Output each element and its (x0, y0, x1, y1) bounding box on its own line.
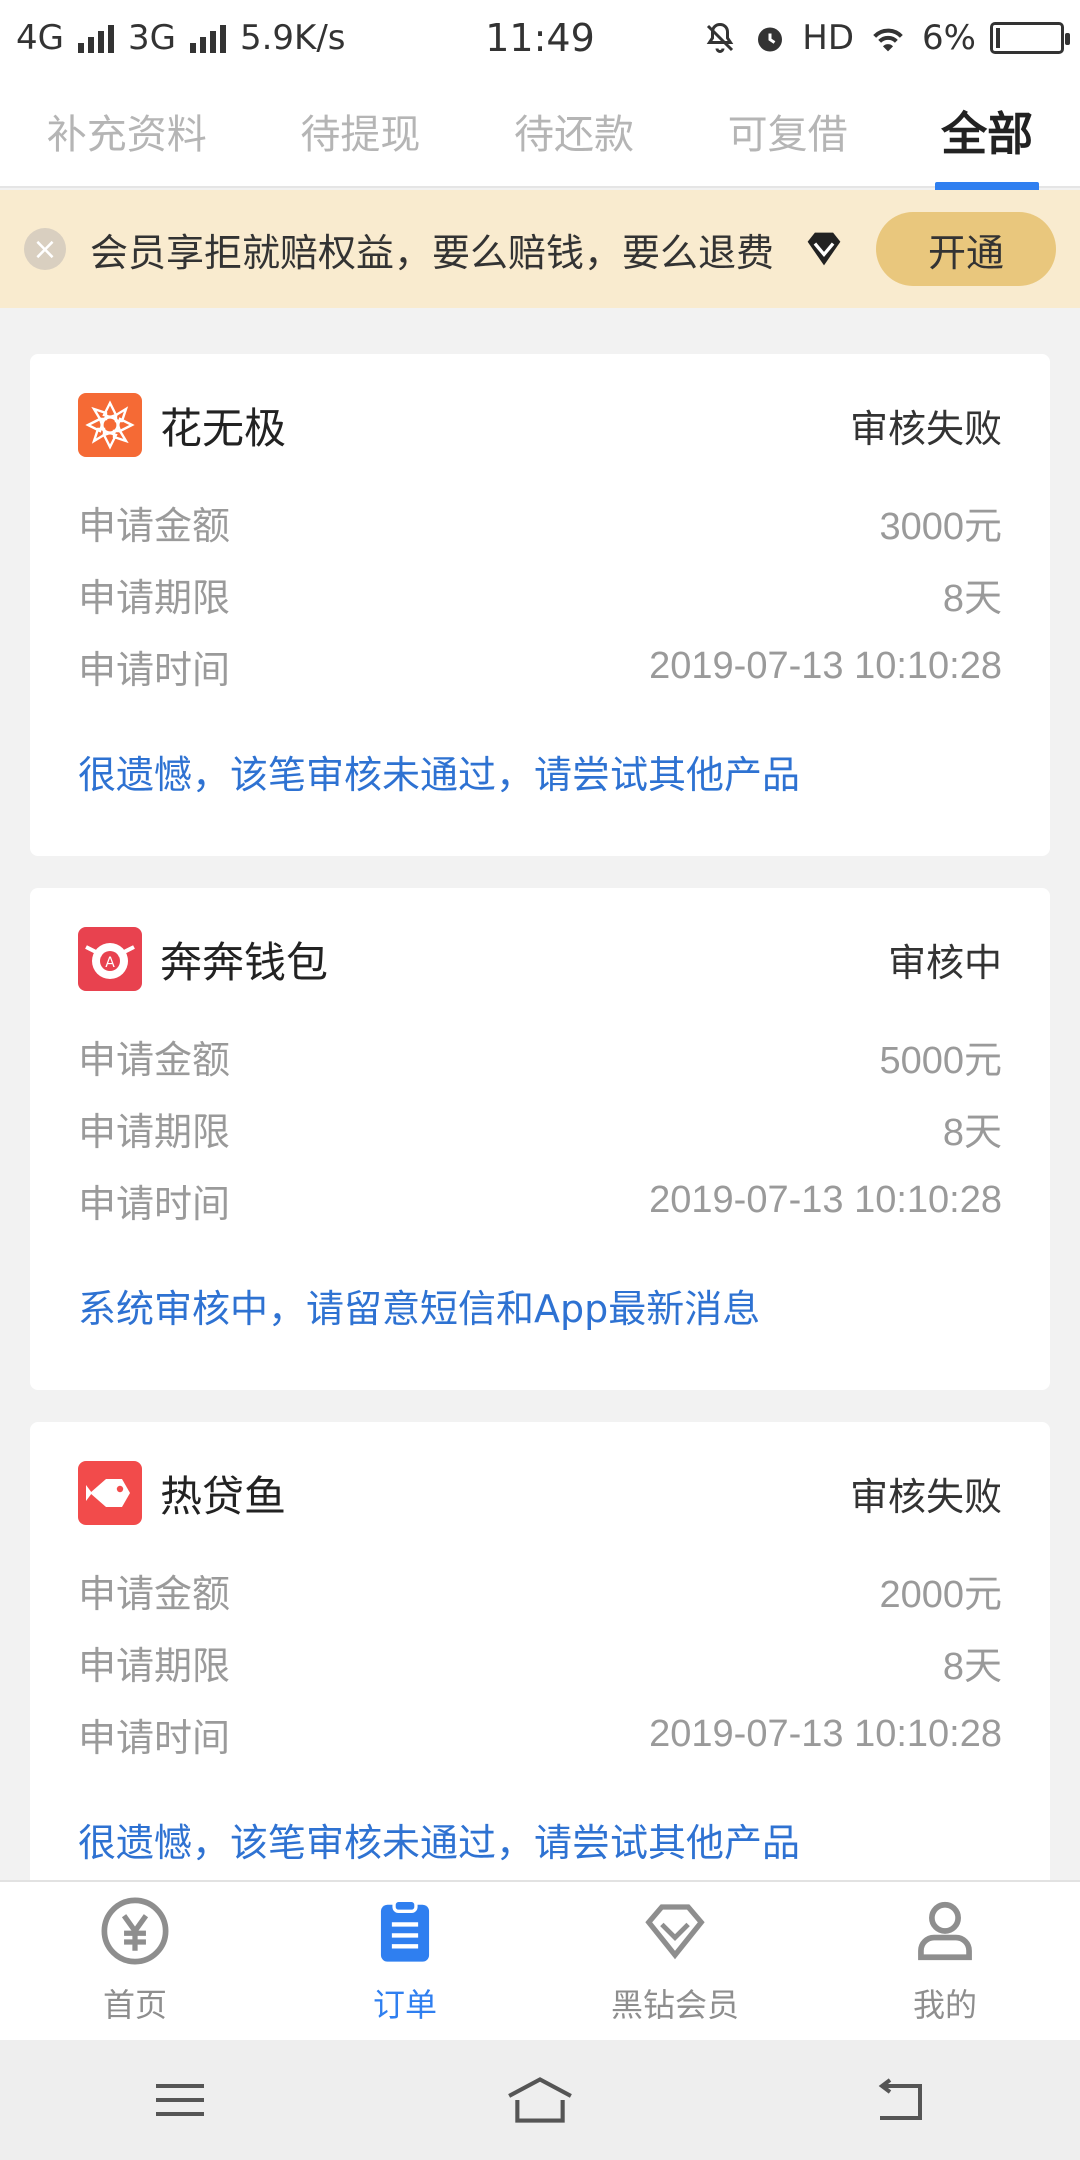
nav-item-2[interactable]: 黑钻会员 (575, 1896, 775, 2026)
tab-0[interactable]: 补充资料 (41, 84, 213, 178)
nav-label: 我的 (912, 1986, 977, 2024)
network-speed: 5.9K/s (239, 18, 346, 58)
close-icon[interactable]: × (24, 228, 66, 270)
bottom-navigation: 首页 订单 黑钻会员 我的 (0, 1880, 1080, 2040)
fish-logo-icon (78, 1461, 142, 1525)
product-name: 花无极 (160, 403, 287, 453)
product: 热贷鱼 (78, 1461, 286, 1525)
tab-4[interactable]: 全部 (935, 80, 1040, 192)
period-row: 申请期限 8天 (78, 1092, 1002, 1164)
amount-label: 申请金额 (78, 1037, 231, 1082)
back-icon[interactable] (860, 2070, 940, 2130)
status-left: 4G 3G 5.9K/s (16, 18, 346, 58)
product-name: 热贷鱼 (160, 1471, 287, 1521)
amount-row: 申请金额 2000元 (78, 1554, 1002, 1626)
black-diamond-icon (802, 227, 846, 271)
menu-icon[interactable] (140, 2070, 220, 2130)
signal-icon-2 (189, 23, 226, 53)
order-card-header: 花无极 审核失败 (78, 390, 1002, 460)
order-card-header: 热贷鱼 审核失败 (78, 1458, 1002, 1528)
order-tabs: 补充资料 待提现 待还款 可复借 全部 (0, 76, 1080, 192)
order-status: 审核失败 (849, 406, 1002, 451)
amount-row: 申请金额 5000元 (78, 1020, 1002, 1092)
home-icon[interactable] (500, 2070, 580, 2130)
order-card[interactable]: 花无极 审核失败申请金额 3000元申请期限 8天申请时间 2019-07-13 10:… (30, 354, 1050, 856)
tab-3[interactable]: 可复借 (722, 84, 854, 178)
time-label: 申请时间 (78, 1715, 231, 1760)
time-label: 申请时间 (78, 1181, 231, 1226)
nav-label: 订单 (372, 1986, 437, 2024)
status-bar: 4G 3G 5.9K/s 11:49 HD 6% (0, 0, 1080, 76)
order-status: 审核中 (887, 940, 1002, 985)
amount-value: 5000元 (879, 1039, 1002, 1082)
time-value: 2019-07-13 10:10:28 (649, 644, 1002, 687)
banner-text: 会员享拒就赔权益，要么赔钱，要么退费 (90, 230, 775, 275)
network-type-2: 3G (127, 18, 176, 58)
order-message: 系统审核中，请留意短信和App最新消息 (78, 1287, 761, 1331)
user-icon (910, 1896, 980, 1980)
period-value: 8天 (942, 1111, 1002, 1154)
period-label: 申请期限 (78, 1643, 231, 1688)
nav-label: 首页 (102, 1986, 167, 2024)
battery-percent: 6% (922, 18, 976, 58)
nav-item-3[interactable]: 我的 (845, 1896, 1045, 2026)
diamond-icon (640, 1896, 710, 1980)
order-card[interactable]: 热贷鱼 审核失败申请金额 2000元申请期限 8天申请时间 2019-07-13 10:… (30, 1422, 1050, 1924)
clipboard-icon (370, 1896, 440, 1980)
period-value: 8天 (942, 1645, 1002, 1688)
battery-icon (990, 22, 1070, 54)
order-card[interactable]: A 奔奔钱包 审核中申请金额 5000元申请期限 8天申请时间 2019-07-13 10… (30, 888, 1050, 1390)
order-status: 审核失败 (849, 1474, 1002, 1519)
nav-label: 黑钻会员 (610, 1986, 739, 2024)
wallet-logo-icon: A (78, 927, 142, 991)
amount-row: 申请金额 3000元 (78, 486, 1002, 558)
time-row: 申请时间 2019-07-13 10:10:28 (78, 1698, 1002, 1770)
amount-label: 申请金额 (78, 1571, 231, 1616)
flower-logo-icon (78, 393, 142, 457)
system-navigation-bar (0, 2040, 1080, 2160)
yuan-icon (100, 1896, 170, 1980)
period-value: 8天 (942, 577, 1002, 620)
order-message: 很遗憾，该笔审核未通过，请尝试其他产品 (78, 1821, 801, 1865)
order-message: 很遗憾，该笔审核未通过，请尝试其他产品 (78, 753, 801, 797)
nav-item-1[interactable]: 订单 (305, 1896, 505, 2026)
amount-label: 申请金额 (78, 503, 231, 548)
time-value: 2019-07-13 10:10:28 (649, 1712, 1002, 1755)
status-right: HD 6% (702, 18, 1070, 58)
product: 花无极 (78, 393, 286, 457)
hd-label: HD (802, 18, 855, 58)
tab-1[interactable]: 待提现 (294, 84, 426, 178)
period-row: 申请期限 8天 (78, 558, 1002, 630)
signal-icon (77, 23, 114, 53)
network-type-1: 4G (16, 18, 64, 58)
period-row: 申请期限 8天 (78, 1626, 1002, 1698)
order-card-header: A 奔奔钱包 审核中 (78, 924, 1002, 994)
amount-value: 2000元 (879, 1573, 1002, 1616)
alarm-icon (758, 27, 783, 52)
tab-2[interactable]: 待还款 (508, 84, 640, 178)
order-list: 花无极 审核失败 申请金额 3000元 申请期限 8天 申请时间 2019-07-13 10:… (30, 354, 1050, 1956)
nav-item-0[interactable]: 首页 (35, 1896, 235, 2026)
amount-value: 3000元 (879, 505, 1002, 548)
time-value: 2019-07-13 10:10:28 (649, 1178, 1002, 1221)
time-row: 申请时间 2019-07-13 10:10:28 (78, 1164, 1002, 1236)
mute-icon (706, 22, 734, 53)
period-label: 申请期限 (78, 1109, 231, 1154)
wifi-icon (873, 28, 903, 52)
time-row: 申请时间 2019-07-13 10:10:28 (78, 630, 1002, 702)
clock: 11:49 (485, 16, 595, 60)
product: A 奔奔钱包 (78, 927, 328, 991)
membership-banner: × 会员享拒就赔权益，要么赔钱，要么退费 开通 (0, 190, 1080, 308)
svg-text:A: A (105, 955, 115, 971)
time-label: 申请时间 (78, 647, 231, 692)
product-name: 奔奔钱包 (160, 937, 329, 987)
period-label: 申请期限 (78, 575, 231, 620)
open-membership-button[interactable]: 开通 (876, 212, 1056, 286)
